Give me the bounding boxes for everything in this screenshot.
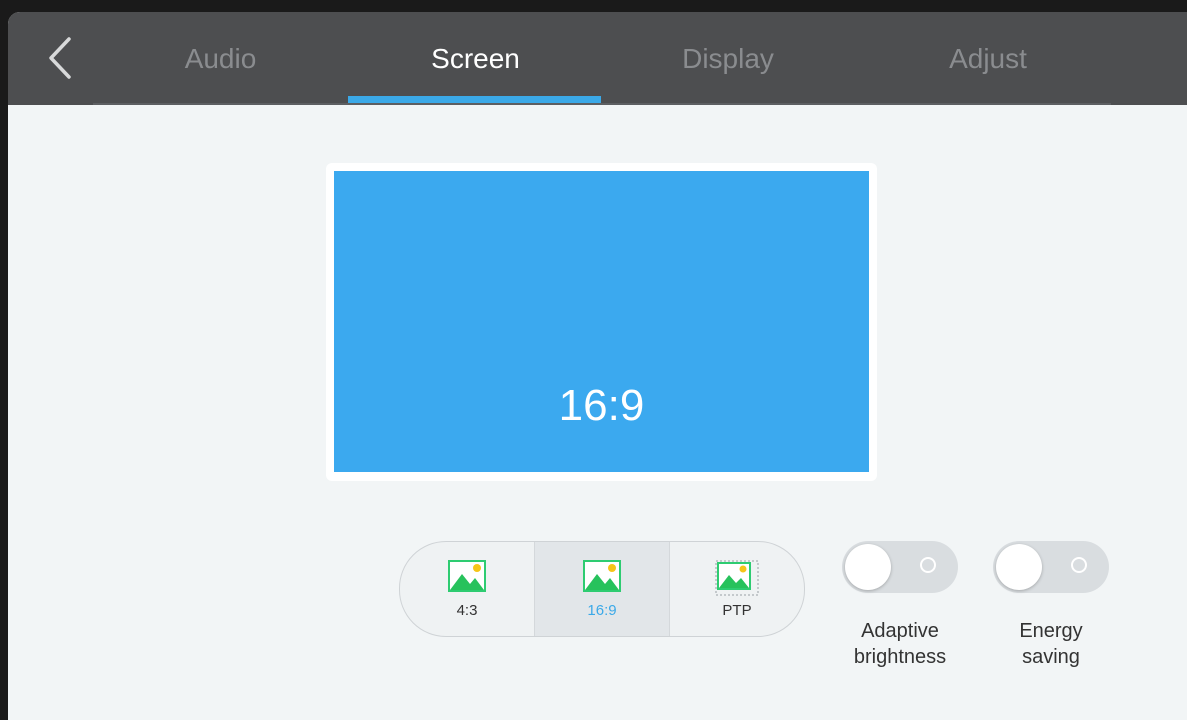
back-button[interactable] <box>38 30 82 86</box>
adaptive-brightness-label-line1: Adaptive <box>861 620 939 642</box>
preview-ratio-label: 16:9 <box>558 381 645 430</box>
aspect-ratio-selector: 4:3 16:9 PTP <box>399 541 805 637</box>
tab-audio[interactable]: Audio <box>138 12 303 105</box>
adaptive-brightness-label: Adaptive brightness <box>830 618 970 670</box>
image-icon <box>583 559 621 592</box>
tab-screen[interactable]: Screen <box>378 12 573 105</box>
adaptive-brightness-label-line2: brightness <box>853 646 947 668</box>
top-navigation-bar: Audio Screen Display Adjust <box>8 12 1187 105</box>
ratio-option-ptp[interactable]: PTP <box>669 542 804 636</box>
toggle-knob <box>996 544 1042 590</box>
image-icon <box>448 559 486 592</box>
ratio-option-label: PTP <box>722 601 752 619</box>
ratio-option-4-3[interactable]: 4:3 <box>400 542 535 636</box>
toggle-off-icon <box>920 557 936 573</box>
settings-window: Audio Screen Display Adjust 16:9 4:3 16:… <box>8 12 1187 720</box>
active-tab-indicator <box>348 96 601 103</box>
tab-screen-label: Screen <box>431 42 520 74</box>
tab-adjust[interactable]: Adjust <box>898 12 1078 105</box>
ratio-option-label: 4:3 <box>456 601 478 619</box>
ratio-option-16-9[interactable]: 16:9 <box>535 542 669 636</box>
tab-divider <box>93 103 1111 105</box>
energy-saving-label-line2: saving <box>1022 646 1080 668</box>
image-dashed-icon <box>715 560 759 595</box>
energy-saving-toggle[interactable] <box>993 541 1109 593</box>
ratio-option-label: 16:9 <box>587 601 617 619</box>
tab-audio-label: Audio <box>184 42 257 74</box>
energy-saving-label: Energy saving <box>993 618 1109 670</box>
energy-saving-label-line1: Energy <box>1019 620 1083 642</box>
adaptive-brightness-toggle[interactable] <box>842 541 958 593</box>
preview-screen: 16:9 <box>334 171 869 472</box>
toggle-knob <box>845 544 891 590</box>
tab-display-label: Display <box>682 42 774 74</box>
tab-display[interactable]: Display <box>638 12 818 105</box>
toggle-off-icon <box>1071 557 1087 573</box>
tab-adjust-label: Adjust <box>949 42 1027 74</box>
chevron-left-icon <box>49 37 71 79</box>
aspect-preview: 16:9 <box>326 163 877 481</box>
